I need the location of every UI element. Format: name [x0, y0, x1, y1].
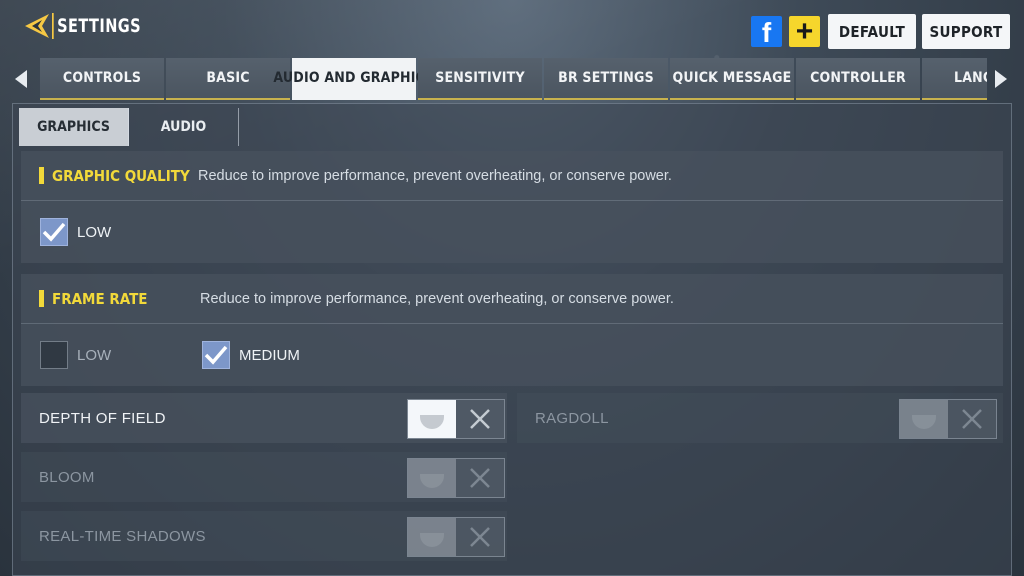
- toggle-label: RAGDOLL: [535, 409, 609, 427]
- tab-audio-and-graphics[interactable]: AUDIO AND GRAPHICS: [273, 58, 434, 100]
- toggle-label: DEPTH OF FIELD: [39, 409, 166, 427]
- title-marker: [39, 290, 44, 307]
- close-icon: [456, 400, 504, 438]
- bloom-row: BLOOM: [21, 452, 507, 502]
- depth-of-field-toggle[interactable]: [407, 399, 505, 439]
- depth-of-field-row: DEPTH OF FIELD: [21, 393, 507, 443]
- checkmark-icon: [42, 222, 66, 242]
- facebook-button[interactable]: f: [751, 16, 782, 47]
- frame-rate-low-option[interactable]: LOW: [40, 341, 111, 369]
- option-label: LOW: [77, 223, 112, 241]
- graphic-quality-title: GRAPHIC QUALITY: [52, 166, 190, 185]
- toggle-label: BLOOM: [39, 468, 95, 486]
- checkbox[interactable]: [40, 341, 68, 369]
- support-button[interactable]: SUPPORT: [922, 14, 1010, 49]
- option-label: MEDIUM: [239, 346, 300, 364]
- section-header: GRAPHIC QUALITY Reduce to improve perfor…: [21, 151, 1003, 201]
- graphic-quality-description: Reduce to improve performance, prevent o…: [198, 167, 672, 184]
- option-label: LOW: [77, 346, 112, 364]
- add-button[interactable]: +: [789, 16, 820, 47]
- bloom-toggle[interactable]: [407, 458, 505, 498]
- toggle-knob: [408, 400, 456, 438]
- checkmark-icon: [204, 345, 228, 365]
- header: SETTINGS f + DEFAULT SUPPORT: [0, 0, 1024, 56]
- frame-rate-section: FRAME RATE Reduce to improve performance…: [21, 274, 1003, 386]
- tab-controller[interactable]: CONTROLLER: [796, 58, 920, 100]
- page-title: SETTINGS: [52, 13, 141, 39]
- tab-basic[interactable]: BASIC: [166, 58, 290, 100]
- graphic-quality-low-option[interactable]: LOW: [40, 218, 111, 246]
- toggle-knob: [900, 400, 948, 438]
- default-button[interactable]: DEFAULT: [828, 14, 916, 49]
- frame-rate-description: Reduce to improve performance, prevent o…: [200, 290, 674, 307]
- tab-controls[interactable]: CONTROLS: [40, 58, 164, 100]
- real-time-shadows-row: REAL-TIME SHADOWS: [21, 511, 507, 561]
- toggle-label: REAL-TIME SHADOWS: [39, 527, 206, 545]
- plus-icon: +: [795, 14, 814, 48]
- section-body: LOW MEDIUM: [21, 324, 1003, 386]
- title-marker: [39, 167, 44, 184]
- subtab-audio[interactable]: AUDIO: [129, 108, 239, 146]
- checkbox[interactable]: [40, 218, 68, 246]
- subtab-graphics[interactable]: GRAPHICS: [19, 108, 129, 146]
- section-body: LOW: [21, 201, 1003, 263]
- back-arrow-icon: [22, 8, 52, 44]
- tab-br-settings[interactable]: BR SETTINGS: [544, 58, 668, 100]
- subtabs: GRAPHICS AUDIO: [19, 108, 239, 148]
- close-icon: [456, 459, 504, 497]
- back-button[interactable]: SETTINGS: [22, 8, 141, 44]
- toggle-knob: [408, 459, 456, 497]
- tab-language[interactable]: LANGUAGE: [922, 58, 987, 100]
- arrow-left-icon: [15, 70, 27, 88]
- close-icon: [456, 518, 504, 556]
- ragdoll-row: RAGDOLL: [517, 393, 1003, 443]
- tabs-scroll-left-button[interactable]: [12, 68, 30, 90]
- frame-rate-title: FRAME RATE: [52, 289, 148, 308]
- facebook-icon: f: [761, 17, 772, 47]
- checkbox[interactable]: [202, 341, 230, 369]
- arrow-right-icon: [995, 70, 1007, 88]
- real-time-shadows-toggle[interactable]: [407, 517, 505, 557]
- tab-quick-message[interactable]: QUICK MESSAGE: [670, 58, 794, 100]
- tabs-bar: CONTROLS BASIC AUDIO AND GRAPHICS SENSIT…: [0, 58, 1024, 100]
- tab-sensitivity[interactable]: SENSITIVITY: [418, 58, 542, 100]
- frame-rate-medium-option[interactable]: MEDIUM: [202, 341, 300, 369]
- close-icon: [948, 400, 996, 438]
- graphic-quality-section: GRAPHIC QUALITY Reduce to improve perfor…: [21, 151, 1003, 263]
- ragdoll-toggle[interactable]: [899, 399, 997, 439]
- section-title: FRAME RATE: [39, 290, 148, 308]
- section-header: FRAME RATE Reduce to improve performance…: [21, 274, 1003, 324]
- tabs: CONTROLS BASIC AUDIO AND GRAPHICS SENSIT…: [40, 58, 987, 100]
- section-title: GRAPHIC QUALITY: [39, 167, 190, 185]
- tabs-scroll-right-button[interactable]: [992, 68, 1010, 90]
- settings-panel: GRAPHICS AUDIO GRAPHIC QUALITY Reduce to…: [12, 103, 1012, 576]
- toggle-knob: [408, 518, 456, 556]
